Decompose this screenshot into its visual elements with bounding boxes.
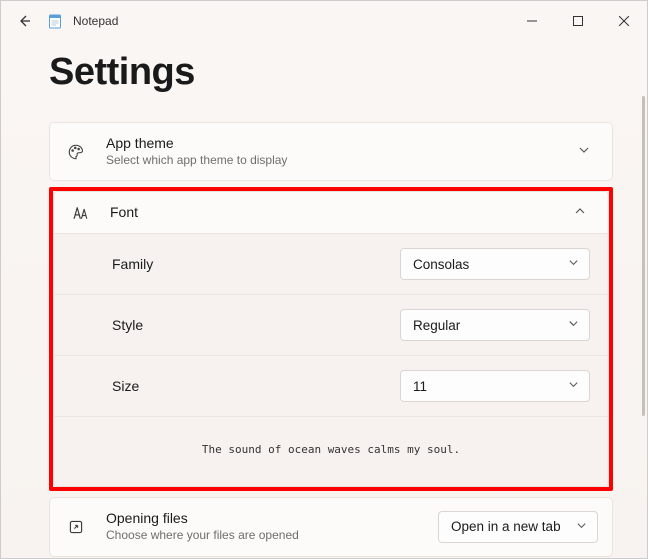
chevron-up-icon <box>570 205 590 220</box>
font-family-value: Consolas <box>413 257 469 272</box>
opening-files-title: Opening files <box>106 510 428 527</box>
chevron-down-icon <box>574 144 594 159</box>
font-icon <box>70 205 90 221</box>
titlebar: Notepad <box>1 1 647 41</box>
window-controls <box>509 1 647 41</box>
maximize-button[interactable] <box>555 1 601 41</box>
palette-icon <box>66 143 86 161</box>
font-size-dropdown[interactable]: 11 <box>400 370 590 402</box>
minimize-icon <box>527 16 537 26</box>
close-button[interactable] <box>601 1 647 41</box>
opening-files-dropdown[interactable]: Open in a new tab <box>438 511 598 543</box>
font-size-label: Size <box>112 378 400 394</box>
close-icon <box>619 16 629 26</box>
app-theme-header[interactable]: App theme Select which app theme to disp… <box>50 123 612 180</box>
font-card[interactable]: Font <box>53 191 609 234</box>
opening-files-card: Opening files Choose where your files ar… <box>49 497 613 556</box>
opening-files-header: Opening files Choose where your files ar… <box>50 498 612 555</box>
notepad-icon <box>47 13 63 29</box>
chevron-down-icon <box>568 379 579 393</box>
opening-files-subtitle: Choose where your files are opened <box>106 528 428 544</box>
font-family-label: Family <box>112 256 400 272</box>
minimize-button[interactable] <box>509 1 555 41</box>
font-family-row: Family Consolas <box>54 234 608 294</box>
font-style-label: Style <box>112 317 400 333</box>
font-header[interactable]: Font <box>54 192 608 233</box>
font-style-value: Regular <box>413 318 460 333</box>
content-area: Settings App theme Select which app them… <box>1 41 647 558</box>
font-style-row: Style Regular <box>54 294 608 355</box>
font-title: Font <box>110 204 570 221</box>
arrow-left-icon <box>16 13 32 29</box>
app-theme-title: App theme <box>106 135 574 152</box>
open-external-icon <box>66 519 86 535</box>
back-button[interactable] <box>7 4 41 38</box>
opening-files-value: Open in a new tab <box>451 519 561 534</box>
page-title: Settings <box>49 51 613 94</box>
font-subitems: Family Consolas Style Regular <box>53 234 609 487</box>
chevron-down-icon <box>568 318 579 332</box>
font-size-value: 11 <box>413 379 427 394</box>
app-window: Notepad Settings <box>1 1 647 558</box>
chevron-down-icon <box>576 520 587 534</box>
font-family-dropdown[interactable]: Consolas <box>400 248 590 280</box>
scrollbar[interactable] <box>642 96 645 416</box>
maximize-icon <box>573 16 583 26</box>
app-theme-card[interactable]: App theme Select which app theme to disp… <box>49 122 613 181</box>
chevron-down-icon <box>568 257 579 271</box>
app-theme-subtitle: Select which app theme to display <box>106 153 574 169</box>
font-preview: The sound of ocean waves calms my soul. <box>54 416 608 486</box>
app-title: Notepad <box>73 14 118 28</box>
font-size-row: Size 11 <box>54 355 608 416</box>
font-style-dropdown[interactable]: Regular <box>400 309 590 341</box>
font-section-highlight: Font Family Consolas <box>49 187 613 491</box>
